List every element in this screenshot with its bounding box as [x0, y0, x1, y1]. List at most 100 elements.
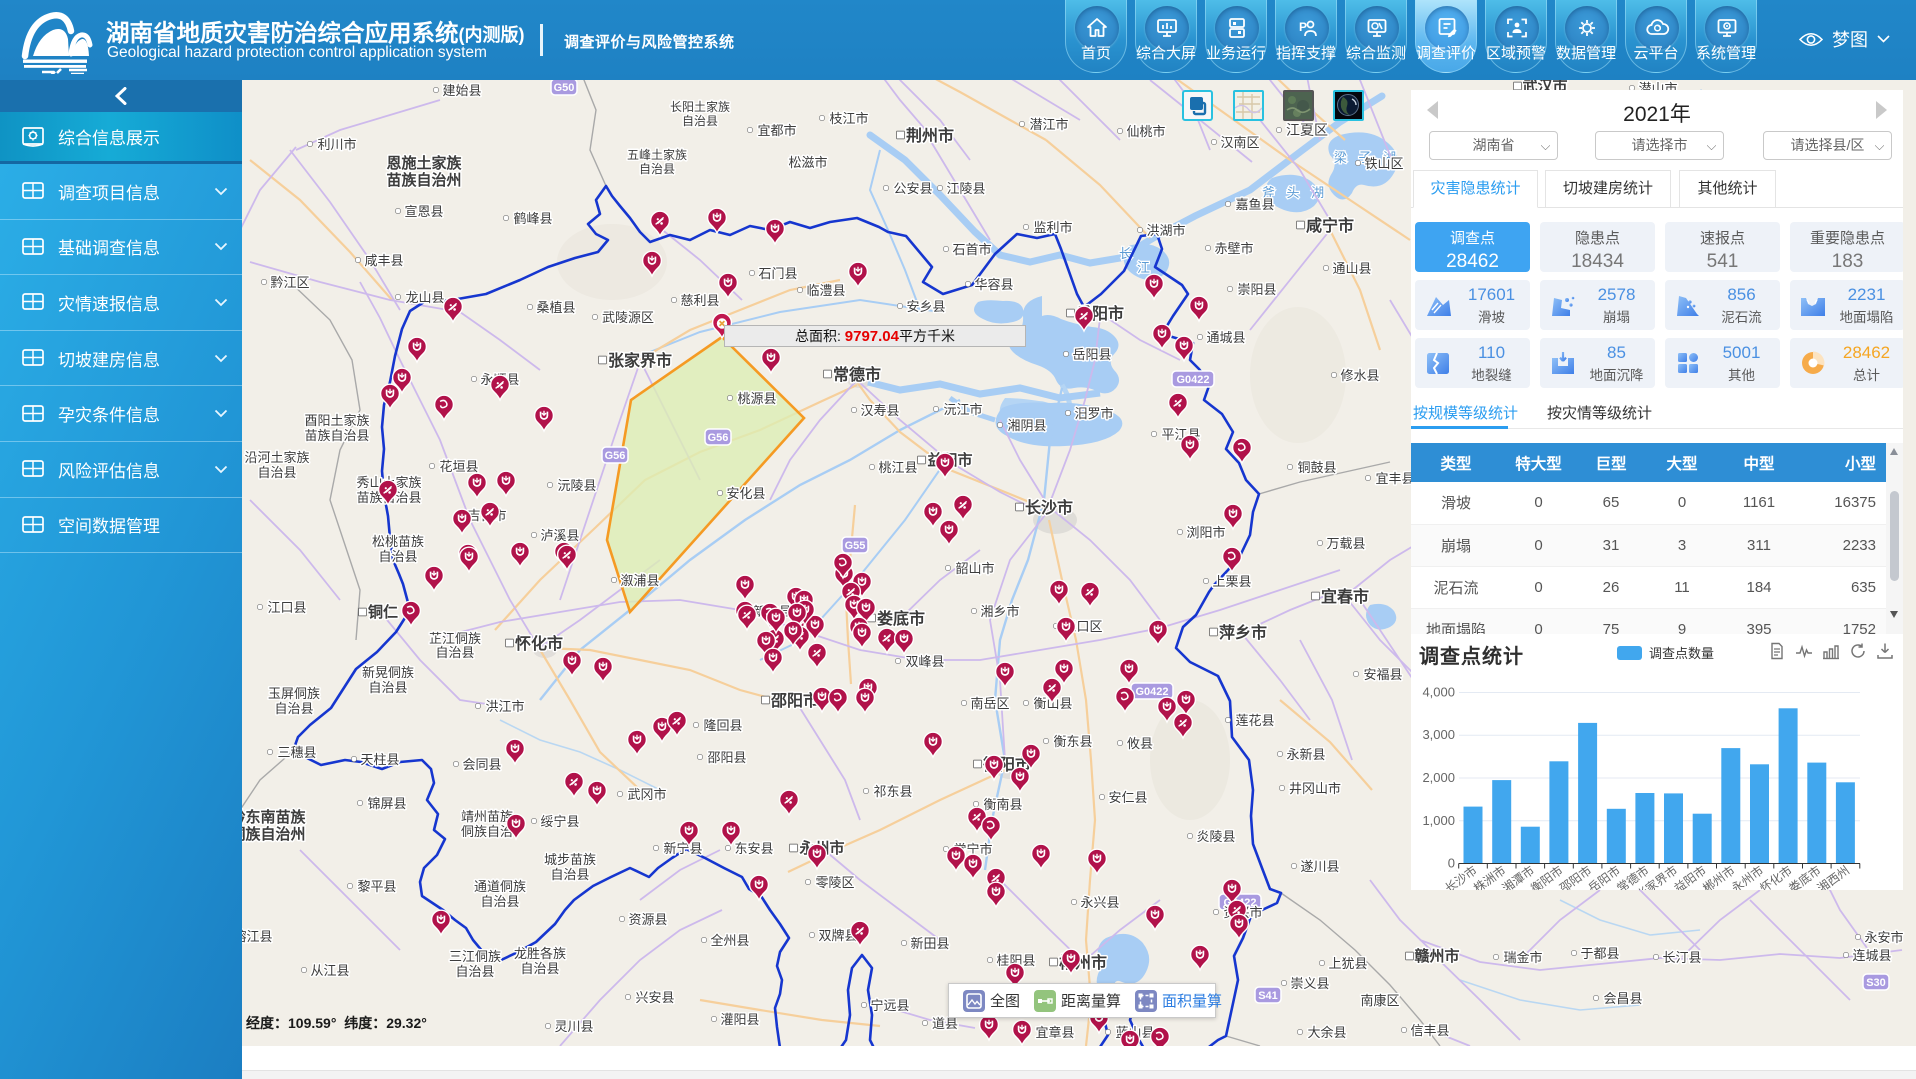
svg-text:永兴县: 永兴县	[1080, 895, 1119, 910]
svg-text:江夏区: 江夏区	[1286, 122, 1328, 138]
svg-text:汉南区: 汉南区	[1220, 135, 1259, 150]
svg-text:灌阳县: 灌阳县	[720, 1012, 759, 1027]
svg-text:桃江县: 桃江县	[878, 460, 917, 475]
svg-text:通山县: 通山县	[1332, 261, 1371, 276]
svg-text:衡东县: 衡东县	[1053, 734, 1092, 749]
svg-text:恩施土家族: 恩施土家族	[386, 154, 462, 172]
svg-text:沿河土家族: 沿河土家族	[244, 450, 309, 465]
svg-text:大余县: 大余县	[1307, 1025, 1346, 1040]
svg-text:3,000: 3,000	[1422, 727, 1455, 742]
svg-text:江口县: 江口县	[267, 600, 306, 615]
svg-text:江陵县: 江陵县	[946, 181, 985, 196]
svg-text:道县: 道县	[932, 1016, 958, 1031]
svg-text:黔江区: 黔江区	[270, 275, 309, 290]
svg-text:铁山区: 铁山区	[1364, 156, 1403, 171]
svg-text:莲花县: 莲花县	[1235, 713, 1274, 728]
svg-text:邵阳县: 邵阳县	[707, 750, 746, 765]
svg-text:新宁县: 新宁县	[663, 841, 702, 856]
svg-text:锦屏县: 锦屏县	[367, 796, 406, 811]
svg-text:新晃侗族: 新晃侗族	[362, 665, 414, 680]
svg-text:监利市: 监利市	[1033, 220, 1072, 235]
svg-text:韶山市: 韶山市	[955, 561, 994, 576]
svg-text:连城县: 连城县	[1852, 948, 1891, 963]
svg-text:新田县: 新田县	[910, 936, 949, 951]
svg-text:石门县: 石门县	[758, 266, 797, 281]
svg-text:0: 0	[1448, 856, 1455, 871]
svg-text:安乡县: 安乡县	[906, 299, 945, 314]
svg-text:汨罗市: 汨罗市	[1074, 406, 1113, 421]
svg-text:花垣县: 花垣县	[439, 459, 478, 474]
svg-text:利川市: 利川市	[317, 137, 356, 152]
svg-text:祁东县: 祁东县	[873, 784, 912, 799]
svg-text:安仁县: 安仁县	[1108, 790, 1147, 805]
svg-text:会昌县: 会昌县	[1603, 991, 1642, 1006]
svg-text:宜春市: 宜春市	[1321, 587, 1369, 606]
svg-text:酉阳土家族: 酉阳土家族	[304, 413, 369, 428]
svg-text:上犹县: 上犹县	[1328, 956, 1367, 971]
svg-text:G50: G50	[554, 82, 575, 94]
svg-text:G55: G55	[845, 540, 866, 552]
svg-text:双峰县: 双峰县	[905, 654, 944, 669]
svg-text:临澧县: 临澧县	[806, 283, 845, 298]
svg-text:信丰县: 信丰县	[1410, 1023, 1449, 1038]
svg-text:仙桃市: 仙桃市	[1126, 124, 1165, 139]
svg-text:4,000: 4,000	[1422, 685, 1455, 700]
svg-text:东安县: 东安县	[734, 841, 773, 856]
svg-text:攸县: 攸县	[1127, 736, 1153, 751]
svg-text:铜仁: 铜仁	[368, 603, 398, 621]
svg-text:黎平县: 黎平县	[357, 879, 396, 894]
svg-text:龙山县: 龙山县	[405, 290, 444, 305]
svg-text:长沙市: 长沙市	[1025, 498, 1073, 517]
svg-text:榕江县: 榕江县	[242, 929, 273, 944]
svg-text:玉屏侗族: 玉屏侗族	[268, 686, 320, 701]
svg-text:苗族自治州: 苗族自治州	[386, 171, 461, 189]
svg-text:芷江侗族: 芷江侗族	[429, 631, 481, 646]
svg-text:江: 江	[1137, 260, 1150, 275]
svg-text:灵川县: 灵川县	[554, 1019, 593, 1034]
svg-text:松滋市: 松滋市	[788, 155, 827, 170]
svg-text:赣州市: 赣州市	[1414, 947, 1459, 965]
svg-text:衡南县: 衡南县	[983, 797, 1022, 812]
svg-text:G56: G56	[708, 432, 729, 444]
svg-text:三穗县: 三穗县	[277, 745, 316, 760]
svg-text:永新县: 永新县	[1286, 747, 1325, 762]
svg-text:2,000: 2,000	[1422, 770, 1455, 785]
svg-text:靖州苗族: 靖州苗族	[461, 809, 513, 824]
svg-text:G56: G56	[605, 450, 626, 462]
svg-text:遂川县: 遂川县	[1300, 859, 1339, 874]
svg-text:自治县: 自治县	[257, 465, 296, 480]
svg-text:宜章县: 宜章县	[1035, 1025, 1074, 1040]
svg-text:铜鼓县: 铜鼓县	[1297, 460, 1336, 475]
svg-text:洪湖市: 洪湖市	[1146, 223, 1185, 238]
svg-text:常德市: 常德市	[833, 365, 881, 384]
svg-text:三江侗族: 三江侗族	[449, 949, 501, 964]
svg-text:1,000: 1,000	[1422, 813, 1455, 828]
svg-text:侗族自治: 侗族自治	[461, 824, 513, 839]
svg-text:松桃苗族: 松桃苗族	[372, 534, 424, 549]
svg-text:洪江市: 洪江市	[485, 699, 524, 714]
svg-text:永安市: 永安市	[1864, 930, 1903, 945]
svg-text:黔东南苗族: 黔东南苗族	[242, 808, 306, 826]
svg-text:井冈山市: 井冈山市	[1289, 781, 1341, 796]
svg-text:零陵区: 零陵区	[815, 875, 854, 890]
svg-text:怀化市: 怀化市	[515, 634, 563, 653]
svg-text:炎陵县: 炎陵县	[1196, 829, 1235, 844]
svg-text:S30: S30	[1866, 977, 1886, 989]
svg-text:自治县: 自治县	[368, 680, 407, 695]
svg-text:瑞金市: 瑞金市	[1503, 950, 1542, 965]
svg-text:荆州市: 荆州市	[906, 126, 954, 145]
svg-text:于都县: 于都县	[1580, 946, 1619, 961]
svg-text:自治县: 自治县	[520, 961, 559, 976]
svg-text:自治县: 自治县	[435, 645, 474, 660]
svg-text:自治县: 自治县	[682, 114, 718, 128]
svg-text:自治县: 自治县	[455, 964, 494, 979]
svg-text:沅江市: 沅江市	[943, 402, 982, 417]
svg-text:崇阳县: 崇阳县	[1237, 282, 1276, 297]
svg-text:娄底市: 娄底市	[877, 609, 925, 628]
svg-text:会同县: 会同县	[462, 757, 501, 772]
svg-text:上栗县: 上栗县	[1212, 574, 1251, 589]
svg-text:兴安县: 兴安县	[635, 990, 674, 1005]
svg-text:慈利县: 慈利县	[680, 293, 719, 308]
svg-text:从江县: 从江县	[310, 963, 349, 978]
svg-text:石首市: 石首市	[952, 242, 991, 257]
